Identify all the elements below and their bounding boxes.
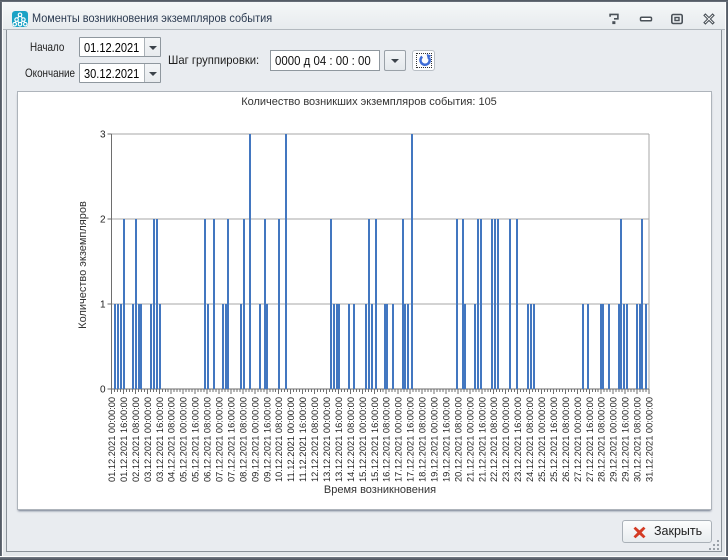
svg-text:15.12.2021 16:00:00: 15.12.2021 16:00:00 bbox=[370, 397, 381, 482]
svg-text:23.12.2021 16:00:00: 23.12.2021 16:00:00 bbox=[513, 397, 524, 482]
svg-text:06.12.2021 08:00:00: 06.12.2021 08:00:00 bbox=[203, 397, 214, 482]
svg-text:29.12.2021 16:00:00: 29.12.2021 16:00:00 bbox=[621, 397, 632, 482]
svg-text:14.12.2021 08:00:00: 14.12.2021 08:00:00 bbox=[346, 397, 357, 482]
svg-text:17.12.2021 16:00:00: 17.12.2021 16:00:00 bbox=[406, 397, 417, 482]
svg-text:05.12.2021 16:00:00: 05.12.2021 16:00:00 bbox=[191, 397, 202, 482]
svg-text:11.12.2021 00:00:00: 11.12.2021 00:00:00 bbox=[286, 397, 297, 482]
svg-text:16.12.2021 08:00:00: 16.12.2021 08:00:00 bbox=[382, 397, 393, 482]
svg-text:29.12.2021 00:00:00: 29.12.2021 00:00:00 bbox=[609, 397, 620, 482]
svg-text:13.12.2021 00:00:00: 13.12.2021 00:00:00 bbox=[322, 397, 333, 482]
svg-text:21.12.2021 16:00:00: 21.12.2021 16:00:00 bbox=[477, 397, 488, 482]
svg-text:11.12.2021 16:00:00: 11.12.2021 16:00:00 bbox=[298, 397, 309, 482]
svg-text:Время возникновения: Время возникновения bbox=[324, 484, 436, 496]
svg-text:21.12.2021 00:00:00: 21.12.2021 00:00:00 bbox=[465, 397, 476, 482]
svg-text:1: 1 bbox=[100, 300, 106, 311]
svg-text:27.12.2021 16:00:00: 27.12.2021 16:00:00 bbox=[585, 397, 596, 482]
svg-text:0: 0 bbox=[100, 385, 106, 396]
svg-text:2: 2 bbox=[100, 215, 106, 226]
svg-text:18.12.2021 08:00:00: 18.12.2021 08:00:00 bbox=[418, 397, 429, 482]
svg-text:30.12.2021 08:00:00: 30.12.2021 08:00:00 bbox=[633, 397, 644, 482]
svg-text:07.12.2021 16:00:00: 07.12.2021 16:00:00 bbox=[226, 397, 237, 482]
svg-text:25.12.2021 00:00:00: 25.12.2021 00:00:00 bbox=[537, 397, 548, 482]
svg-text:13.12.2021 16:00:00: 13.12.2021 16:00:00 bbox=[334, 397, 345, 482]
svg-text:24.12.2021 08:00:00: 24.12.2021 08:00:00 bbox=[525, 397, 536, 482]
svg-text:27.12.2021 00:00:00: 27.12.2021 00:00:00 bbox=[573, 397, 584, 482]
svg-text:26.12.2021 08:00:00: 26.12.2021 08:00:00 bbox=[561, 397, 572, 482]
svg-text:17.12.2021 00:00:00: 17.12.2021 00:00:00 bbox=[394, 397, 405, 482]
svg-text:09.12.2021 16:00:00: 09.12.2021 16:00:00 bbox=[262, 397, 273, 482]
svg-text:15.12.2021 00:00:00: 15.12.2021 00:00:00 bbox=[358, 397, 369, 482]
svg-text:09.12.2021 00:00:00: 09.12.2021 00:00:00 bbox=[250, 397, 261, 482]
svg-text:25.12.2021 16:00:00: 25.12.2021 16:00:00 bbox=[549, 397, 560, 482]
svg-text:28.12.2021 08:00:00: 28.12.2021 08:00:00 bbox=[597, 397, 608, 482]
svg-text:Количество экземпляров: Количество экземпляров bbox=[77, 201, 89, 329]
svg-text:01.12.2021 16:00:00: 01.12.2021 16:00:00 bbox=[119, 397, 130, 482]
svg-text:02.12.2021 08:00:00: 02.12.2021 08:00:00 bbox=[131, 397, 142, 482]
svg-text:07.12.2021 00:00:00: 07.12.2021 00:00:00 bbox=[215, 397, 226, 482]
svg-text:03.12.2021 16:00:00: 03.12.2021 16:00:00 bbox=[155, 397, 166, 482]
svg-text:05.12.2021 00:00:00: 05.12.2021 00:00:00 bbox=[179, 397, 190, 482]
svg-text:01.12.2021 00:00:00: 01.12.2021 00:00:00 bbox=[107, 397, 118, 482]
svg-text:19.12.2021 00:00:00: 19.12.2021 00:00:00 bbox=[430, 397, 441, 482]
svg-text:31.12.2021 00:00:00: 31.12.2021 00:00:00 bbox=[645, 397, 656, 482]
svg-text:12.12.2021 08:00:00: 12.12.2021 08:00:00 bbox=[310, 397, 321, 482]
svg-text:20.12.2021 08:00:00: 20.12.2021 08:00:00 bbox=[453, 397, 464, 482]
svg-text:3: 3 bbox=[100, 130, 106, 141]
svg-text:Количество возникших экземпляр: Количество возникших экземпляров события… bbox=[241, 96, 497, 108]
svg-text:22.12.2021 08:00:00: 22.12.2021 08:00:00 bbox=[489, 397, 500, 482]
svg-text:04.12.2021 08:00:00: 04.12.2021 08:00:00 bbox=[167, 397, 178, 482]
svg-text:10.12.2021 08:00:00: 10.12.2021 08:00:00 bbox=[274, 397, 285, 482]
svg-text:08.12.2021 08:00:00: 08.12.2021 08:00:00 bbox=[238, 397, 249, 482]
svg-text:03.12.2021 00:00:00: 03.12.2021 00:00:00 bbox=[143, 397, 154, 482]
svg-text:19.12.2021 16:00:00: 19.12.2021 16:00:00 bbox=[441, 397, 452, 482]
svg-text:23.12.2021 00:00:00: 23.12.2021 00:00:00 bbox=[501, 397, 512, 482]
